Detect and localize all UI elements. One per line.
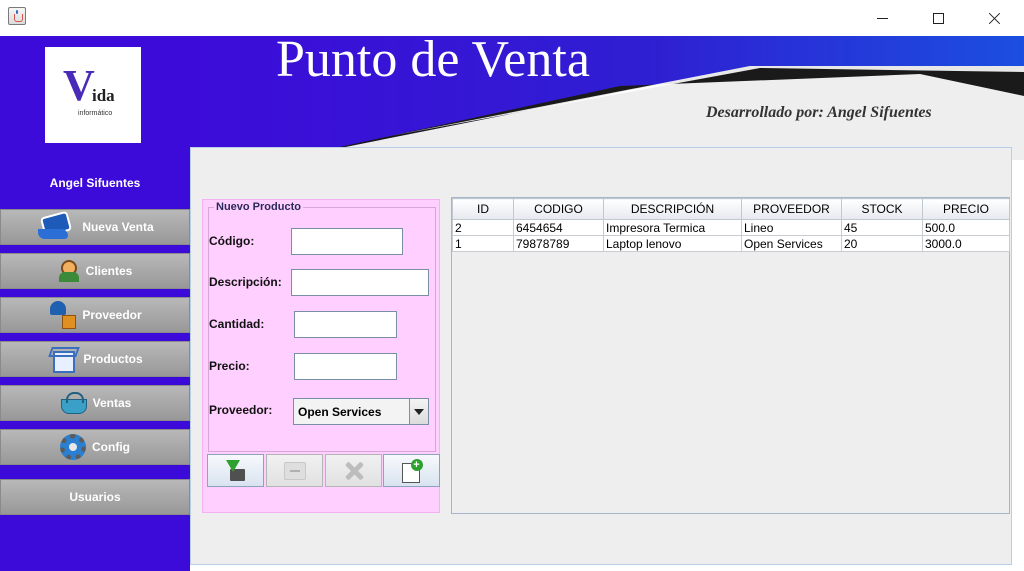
delete-button[interactable] — [325, 454, 382, 487]
nav-label: Productos — [83, 352, 143, 366]
logo-initial: V — [63, 61, 95, 110]
company-logo: V ida informático — [45, 47, 141, 143]
descripcion-input[interactable] — [291, 269, 429, 296]
minimize-button[interactable] — [854, 0, 910, 36]
clients-icon — [58, 259, 80, 283]
edit-icon — [283, 461, 306, 480]
table-cell[interactable]: 20 — [841, 235, 923, 252]
table-row[interactable]: 1 79878789 Laptop lenovo Open Services 2… — [452, 235, 1010, 252]
proveedor-button[interactable]: Proveedor — [0, 297, 190, 333]
table-cell[interactable]: 45 — [841, 219, 923, 236]
nav-label: Nueva Venta — [82, 220, 154, 234]
codigo-label: Código: — [209, 234, 255, 248]
precio-label: Precio: — [209, 359, 250, 373]
sidebar: V ida informático Angel Sifuentes Nueva … — [0, 36, 190, 571]
product-form-panel: Nuevo Producto Código: Descripción: Cant… — [202, 199, 440, 513]
column-header-proveedor[interactable]: PROVEEDOR — [741, 198, 842, 220]
nav-label: Clientes — [85, 264, 133, 278]
table-cell[interactable]: Laptop lenovo — [603, 235, 742, 252]
table-cell[interactable]: Open Services — [741, 235, 842, 252]
dropdown-arrow-button[interactable] — [409, 399, 428, 424]
user-name: Angel Sifuentes — [49, 176, 141, 190]
table-cell[interactable]: Impresora Termica — [603, 219, 742, 236]
table-cell[interactable]: 2 — [452, 219, 514, 236]
products-table-container: ID CODIGO DESCRIPCIÓN PROVEEDOR STOCK PR… — [451, 197, 1010, 514]
nueva-venta-button[interactable]: Nueva Venta — [0, 209, 190, 245]
nav-label: Ventas — [92, 396, 132, 410]
maximize-icon — [932, 12, 944, 24]
close-button[interactable] — [966, 0, 1022, 36]
codigo-input[interactable] — [291, 228, 403, 255]
ventas-button[interactable]: Ventas — [0, 385, 190, 421]
table-cell[interactable]: 79878789 — [513, 235, 604, 252]
clientes-button[interactable]: Clientes — [0, 253, 190, 289]
new-button[interactable] — [383, 454, 440, 487]
gear-icon — [60, 434, 86, 460]
nav-label: Proveedor — [82, 308, 142, 322]
chevron-down-icon — [414, 408, 424, 415]
config-button[interactable]: Config — [0, 429, 190, 465]
productos-button[interactable]: Productos — [0, 341, 190, 377]
save-button[interactable] — [207, 454, 264, 487]
java-cup-icon — [8, 7, 26, 25]
descripcion-label: Descripción: — [209, 275, 282, 289]
usuarios-button[interactable]: Usuarios — [0, 479, 190, 515]
column-header-precio[interactable]: PRECIO — [922, 198, 1010, 220]
money-hand-icon — [36, 212, 76, 242]
developer-credit: Desarrollado por: Angel Sifuentes — [706, 104, 932, 121]
column-header-stock[interactable]: STOCK — [841, 198, 923, 220]
maximize-button[interactable] — [910, 0, 966, 36]
proveedor-label: Proveedor: — [209, 403, 273, 417]
proveedor-selected-value: Open Services — [298, 404, 382, 419]
precio-input[interactable] — [294, 353, 397, 380]
form-title: Nuevo Producto — [214, 201, 303, 213]
logo-subtext: informático — [78, 110, 113, 117]
app-title: Punto de Venta — [276, 31, 590, 88]
edit-button[interactable] — [266, 454, 323, 487]
new-document-icon — [400, 458, 424, 483]
column-header-id[interactable]: ID — [452, 198, 514, 220]
table-cell[interactable]: 500.0 — [922, 219, 1010, 236]
table-cell[interactable]: 3000.0 — [922, 235, 1010, 252]
delete-icon — [343, 460, 365, 482]
close-icon — [988, 12, 1001, 25]
box-icon — [47, 346, 77, 373]
table-cell[interactable]: Lineo — [741, 219, 842, 236]
nav-label: Config — [92, 440, 130, 454]
column-header-descripcion[interactable]: DESCRIPCIÓN — [603, 198, 742, 220]
logo-text: ida — [92, 86, 115, 105]
product-form-frame: Nuevo Producto Código: Descripción: Cant… — [208, 201, 436, 452]
table-header-row: ID CODIGO DESCRIPCIÓN PROVEEDOR STOCK PR… — [452, 198, 1010, 220]
column-header-codigo[interactable]: CODIGO — [513, 198, 604, 220]
header-banner: Punto de Venta Desarrollado por: Angel S… — [190, 31, 1024, 160]
delivery-person-icon — [48, 301, 77, 329]
table-cell[interactable]: 6454654 — [513, 219, 604, 236]
products-table: ID CODIGO DESCRIPCIÓN PROVEEDOR STOCK PR… — [452, 198, 1010, 252]
table-row[interactable]: 2 6454654 Impresora Termica Lineo 45 500… — [452, 219, 1010, 236]
nav-label: Usuarios — [69, 490, 121, 504]
minimize-icon — [876, 17, 888, 19]
table-cell[interactable]: 1 — [452, 235, 514, 252]
save-icon — [225, 459, 247, 482]
basket-icon — [59, 392, 87, 414]
proveedor-select[interactable]: Open Services — [293, 398, 429, 425]
cantidad-input[interactable] — [294, 311, 397, 338]
cantidad-label: Cantidad: — [209, 317, 265, 331]
